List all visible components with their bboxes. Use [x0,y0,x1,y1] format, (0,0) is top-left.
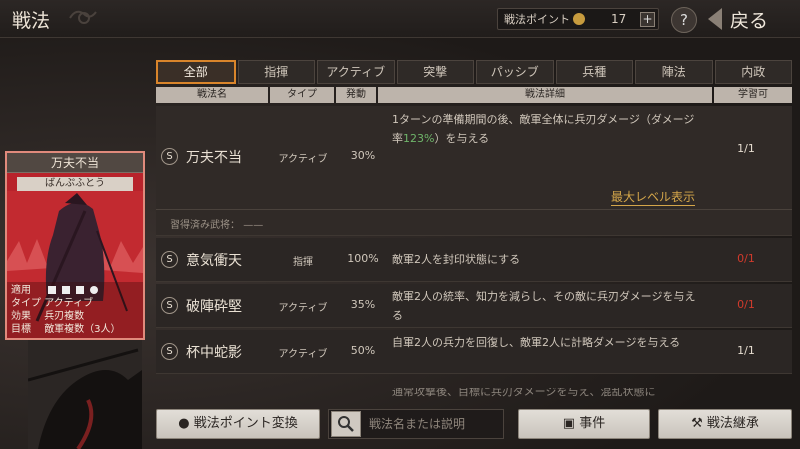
learned-generals: 習得済み武将： —— [170,216,263,231]
column-type[interactable]: タイプ [270,87,334,103]
card-type: タイプ アクティブ [11,297,139,310]
archer-icon [90,286,99,294]
column-activation[interactable]: 発動 [336,87,376,103]
coin-icon [573,13,585,25]
background-warrior-art [28,340,142,449]
points-value: 17 [611,12,627,26]
damage-rate: 123% [403,132,435,145]
card-reading: ばんぷふとう [17,177,133,191]
back-arrow-icon [708,8,722,30]
tab-passive[interactable]: パッシブ [476,60,554,84]
inherit-label: 戦法継承 [706,416,759,431]
events-button[interactable]: ▣ 事件 [518,409,650,439]
strategy-detail: 自軍2人の兵力を回復し、敵軍2人に計略ダメージを与える [392,336,681,349]
learnable-count: 1/1 [737,142,755,155]
learned-value: —— [243,220,264,231]
flame-icon: ● [178,416,190,431]
type-label: タイプ [11,298,41,309]
learned-label: 習得済み武将： [170,220,240,231]
strategy-type: 指揮 [293,257,313,268]
strategy-type: アクティブ [278,349,328,360]
strategy-list: S 万夫不当 アクティブ 30% 1ターンの準備期間の後、敵軍全体に兵刃ダメージ… [156,106,792,374]
search-icon [338,416,354,432]
back-button[interactable]: 戻る [708,6,794,32]
max-level-link[interactable]: 最大レベル表示 [611,188,696,206]
ornament-icon [69,10,97,24]
strategy-name: 杯中蛇影 [186,345,242,361]
activation-rate: 100% [347,252,379,265]
rank-badge: S [161,343,178,360]
table-row[interactable]: S 意気衝天 指揮 100% 敵軍2人を封印状態にする 0/1 [156,238,792,282]
shield-icon [62,286,71,294]
learnable-count: 1/1 [737,344,755,357]
top-bar: 戦法 戦法ポイント 17 + ? 戻る [0,0,800,38]
strategy-detail: 1ターンの準備期間の後、敵軍全体に兵刃ダメージ（ダメージ率123%）を与える [392,110,702,148]
events-label: 事件 [579,416,606,431]
unit-type-icons [48,286,99,294]
target-label: 目標 [11,324,31,335]
card-apply: 適用 [11,284,139,297]
card-title: 万夫不当 [7,153,143,173]
cavalry-icon [48,286,57,294]
strategy-name: 意気衝天 [186,253,242,269]
strategy-points-display: 戦法ポイント 17 + [497,8,659,30]
table-header: 戦法名 タイプ 発動 戦法詳細 学習可 [156,87,792,103]
learnable-count: 0/1 [737,298,755,311]
rank-badge: S [161,251,178,268]
rank-badge: S [161,148,178,165]
strategy-type: アクティブ [278,154,328,165]
activation-rate: 50% [350,344,376,357]
search-button[interactable] [331,411,361,437]
apply-label: 適用 [11,285,31,296]
inherit-strategy-button[interactable]: ⚒ 戦法継承 [658,409,792,439]
divider [156,209,792,210]
category-tabs: 全部 指揮 アクティブ 突撃 パッシブ 兵種 陣法 内政 [156,60,792,84]
effect-label: 効果 [11,311,31,322]
activation-rate: 30% [350,149,376,162]
convert-points-button[interactable]: ● 戦法ポイント変換 [156,409,320,439]
tab-all[interactable]: 全部 [156,60,236,84]
column-name[interactable]: 戦法名 [156,87,268,103]
strategy-detail: 敵軍2人の統率、知力を減らし、その敵に兵刃ダメージを与える [392,290,696,322]
effect-value: 兵刃複数 [44,311,85,322]
add-points-button[interactable]: + [640,12,655,27]
table-row[interactable]: S 破陣砕堅 アクティブ 35% 敵軍2人の統率、知力を減らし、その敵に兵刃ダメ… [156,284,792,328]
rank-badge: S [161,297,178,314]
points-label: 戦法ポイント [504,13,570,26]
back-label: 戻る [730,9,769,32]
learnable-count: 0/1 [737,252,755,265]
table-row[interactable]: S 杯中蛇影 アクティブ 50% 自軍2人の兵力を回復し、敵軍2人に計略ダメージ… [156,330,792,374]
convert-label: 戦法ポイント変換 [193,416,298,431]
detail-text-end: ）を与える [434,132,490,145]
table-row[interactable]: S 万夫不当 アクティブ 30% 1ターンの準備期間の後、敵軍全体に兵刃ダメージ… [156,106,792,236]
partial-row: 通常攻撃後、目標に兵刃ダメージを与え、混乱状態に [156,388,792,402]
tab-troop[interactable]: 兵種 [555,60,633,84]
strategy-name: 万夫不当 [186,150,242,166]
tab-active[interactable]: アクティブ [317,60,395,84]
tab-internal[interactable]: 内政 [714,60,792,84]
scroll-icon: ▣ [562,416,576,431]
column-learnable[interactable]: 学習可 [714,87,792,103]
card-info: 適用 タイプ アクティブ 効果 兵刃複数 目標 敵軍複数（3人） [7,282,143,338]
card-effect: 効果 兵刃複数 [11,310,139,323]
tab-formation[interactable]: 陣法 [635,60,713,84]
search-box [328,409,519,439]
page-title: 戦法 [12,10,51,32]
type-value: アクティブ [44,298,94,309]
activation-rate: 35% [350,298,376,311]
hammer-icon: ⚒ [691,416,703,431]
tab-assault[interactable]: 突撃 [396,60,474,84]
strategy-name: 破陣砕堅 [186,299,242,315]
help-button[interactable]: ? [671,7,697,33]
card-target: 目標 敵軍複数（3人） [11,323,139,336]
column-detail: 戦法詳細 [378,87,712,103]
strategy-detail: 通常攻撃後、目標に兵刃ダメージを与え、混乱状態に [392,388,656,398]
spear-icon [76,286,85,294]
strategy-type: アクティブ [278,303,328,314]
strategy-card[interactable]: 万夫不当 ばんぷふとう 適用 タイプ アクティブ 効果 兵刃複数 目標 敵軍複数… [5,151,145,340]
strategy-detail: 敵軍2人を封印状態にする [392,253,521,266]
search-input[interactable] [361,410,519,438]
tab-command[interactable]: 指揮 [237,60,315,84]
target-value: 敵軍複数（3人） [44,324,121,335]
